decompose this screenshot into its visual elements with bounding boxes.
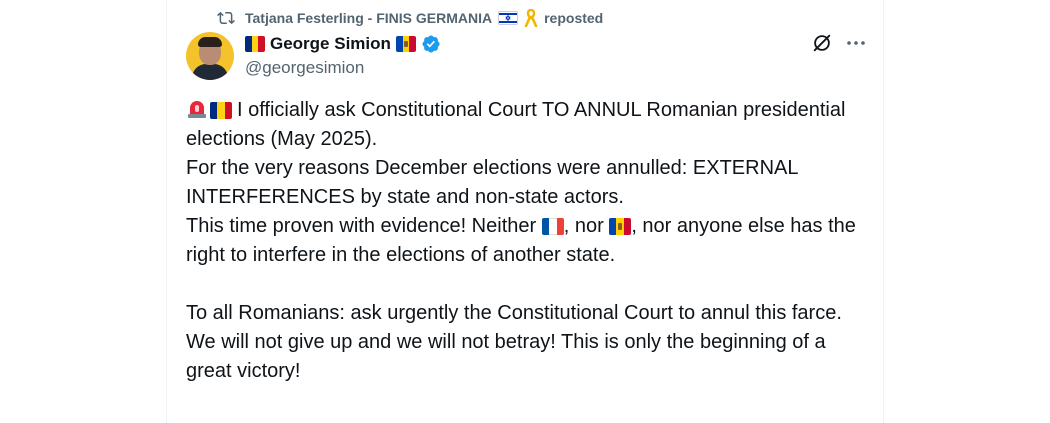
grok-icon[interactable]	[811, 32, 833, 54]
israel-flag-icon	[498, 11, 519, 25]
tweet-line5: We will not give up and we will not betr…	[186, 331, 826, 382]
more-icon[interactable]	[845, 34, 867, 52]
post-column: Tatjana Festerling - FINIS GERMANIA repo…	[166, 0, 884, 423]
verified-badge-icon	[422, 35, 440, 53]
moldova-flag-icon	[395, 36, 416, 52]
tweet-line3a: This time proven with evidence! Neither	[186, 215, 537, 237]
tweet-line2: For the very reasons December elections …	[186, 157, 798, 208]
tweet-line: This time proven with evidence! Neither …	[186, 212, 866, 270]
author-name-row[interactable]: George Simion	[245, 33, 441, 55]
tweet-line1: I officially ask Constitutional Court TO…	[186, 99, 846, 150]
romania-flag-icon	[245, 36, 265, 52]
tweet-line4: To all Romanians: ask urgently the Const…	[186, 302, 842, 324]
moldova-flag-icon	[609, 218, 632, 235]
avatar[interactable]	[186, 32, 234, 80]
repost-icon	[217, 11, 235, 25]
author-name[interactable]: George Simion	[270, 34, 391, 54]
tweet-text: I officially ask Constitutional Court TO…	[186, 96, 866, 386]
tweet-line: I officially ask Constitutional Court TO…	[186, 96, 866, 154]
romania-flag-icon	[210, 102, 232, 119]
author-handle[interactable]: @georgesimion	[245, 58, 364, 78]
tweet-line3b: , nor	[563, 215, 604, 237]
repost-indicator[interactable]: Tatjana Festerling - FINIS GERMANIA repo…	[217, 8, 603, 28]
yellow-ribbon-icon	[524, 9, 538, 27]
repost-suffix: reposted	[544, 10, 604, 26]
siren-icon	[188, 101, 206, 118]
france-flag-icon	[541, 218, 564, 235]
repost-user-name[interactable]: Tatjana Festerling - FINIS GERMANIA	[245, 10, 492, 26]
